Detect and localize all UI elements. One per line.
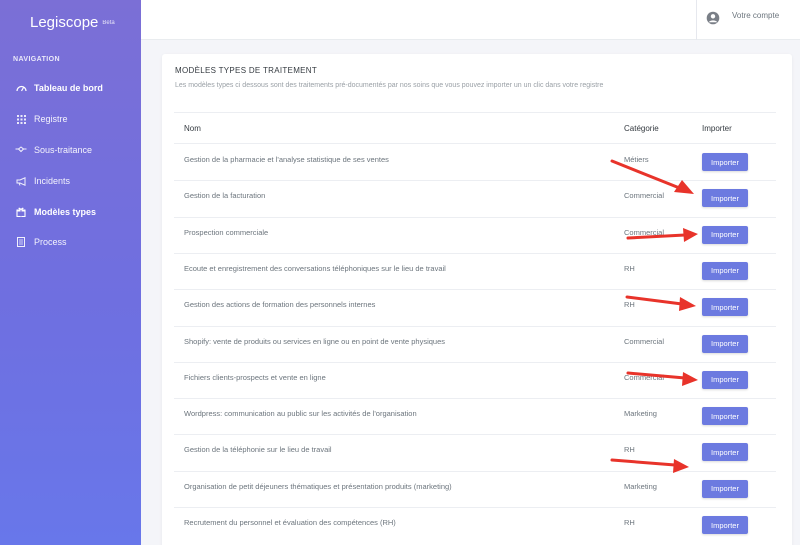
table-top-divider [174, 112, 776, 113]
row-divider [174, 252, 776, 254]
row-name: Gestion de la téléphonie sur le lieu de … [184, 445, 332, 455]
row-name: Recrutement du personnel et évaluation d… [184, 518, 396, 527]
row-name: Shopify: vente de produits ou services e… [184, 336, 446, 346]
row-name: Gestion de la pharmacie et l'analyse sta… [184, 155, 389, 164]
row-category: Commercial [624, 336, 665, 346]
page-title: MODÈLES TYPES DE TRAITEMENT [175, 66, 318, 75]
row-category: Commercial [624, 372, 665, 382]
row-category: RH [624, 518, 635, 527]
row-divider [174, 507, 776, 508]
row-category: RH [624, 445, 635, 455]
templates-card: MODÈLES TYPES DE TRAITEMENT Les modèles … [162, 54, 792, 545]
row-name: Prospection commerciale [184, 227, 269, 237]
row-category: Métiers [624, 155, 649, 164]
brand-tag: Beta [102, 20, 115, 27]
row-name: Gestion des actions de formation des per… [184, 300, 376, 310]
megaphone-icon [15, 176, 27, 186]
row-divider [174, 434, 776, 436]
import-button[interactable]: Importer [702, 443, 748, 462]
row-category: Marketing [624, 481, 657, 491]
import-button[interactable]: Importer [702, 334, 748, 353]
document-icon [15, 237, 27, 247]
column-header-category: Catégorie [624, 124, 659, 133]
account-menu[interactable] [706, 10, 720, 30]
grid-icon [15, 114, 27, 124]
row-category: RH [624, 263, 635, 273]
sidebar-item-label: Process [34, 237, 67, 247]
sidebar-item-label: Tableau de bord [34, 83, 103, 93]
row-divider [174, 216, 776, 218]
sidebar-item-sous-traitance[interactable]: Sous-traitance [0, 140, 141, 160]
row-name: Ecoute et enregistrement des conversatio… [184, 263, 446, 273]
account-label[interactable]: Votre compte [732, 11, 779, 20]
column-header-import: Importer [702, 124, 732, 133]
sidebar-item-label: Incidents [34, 176, 71, 186]
import-button[interactable]: Importer [702, 225, 748, 244]
sidebar-item-label: Sous-traitance [34, 145, 93, 155]
row-name: Wordpress: communication au public sur l… [184, 409, 417, 419]
sidebar-item-tableau-de-bord[interactable]: Tableau de bord [0, 78, 141, 98]
row-category: Commercial [624, 191, 665, 201]
row-category: Marketing [624, 409, 657, 419]
nav-title: NAVIGATION [13, 56, 60, 63]
row-divider [174, 470, 776, 472]
import-button[interactable]: Importer [702, 407, 748, 426]
sidebar-item-process[interactable]: Process [0, 232, 141, 252]
sidebar-item-label: Modèles types [34, 207, 97, 217]
gift-icon [15, 207, 27, 217]
import-button[interactable]: Importer [702, 189, 748, 208]
header-divider [174, 143, 776, 144]
sidebar-item-modeles-types[interactable]: Modèles types [0, 202, 141, 222]
dashboard-icon [15, 84, 27, 92]
sidebar-item-label: Registre [34, 114, 68, 124]
handshake-icon [15, 146, 27, 154]
column-header-name: Nom [184, 124, 201, 133]
import-button[interactable]: Importer [702, 298, 748, 317]
user-circle-icon [706, 11, 720, 30]
brand-logo[interactable]: Legiscope Beta [30, 14, 115, 31]
row-divider [174, 361, 776, 363]
row-divider [174, 398, 776, 400]
row-name: Organisation de petit déjeuners thématiq… [184, 481, 452, 491]
row-divider [174, 180, 776, 182]
row-divider [174, 289, 776, 291]
import-button[interactable]: Importer [702, 261, 748, 280]
import-button[interactable]: Importer [702, 516, 748, 534]
import-button[interactable]: Importer [702, 479, 748, 498]
import-button[interactable]: Importer [702, 153, 748, 171]
page-subtitle: Les modèles types ci dessous sont des tr… [175, 82, 604, 89]
row-divider [174, 325, 776, 327]
brand-name: Legiscope [30, 14, 99, 31]
import-button[interactable]: Importer [702, 370, 748, 389]
sidebar: Legiscope Beta NAVIGATION Tableau de bord… [0, 0, 141, 545]
row-name: Gestion de la facturation [184, 191, 266, 201]
row-category: Commercial [624, 227, 665, 237]
sidebar-item-registre[interactable]: Registre [0, 109, 141, 129]
sidebar-item-incidents[interactable]: Incidents [0, 171, 141, 191]
row-name: Fichiers clients-prospects et vente en l… [184, 372, 326, 382]
top-bar: Votre compte [141, 0, 800, 40]
account-divider [696, 0, 697, 40]
row-category: RH [624, 300, 635, 310]
